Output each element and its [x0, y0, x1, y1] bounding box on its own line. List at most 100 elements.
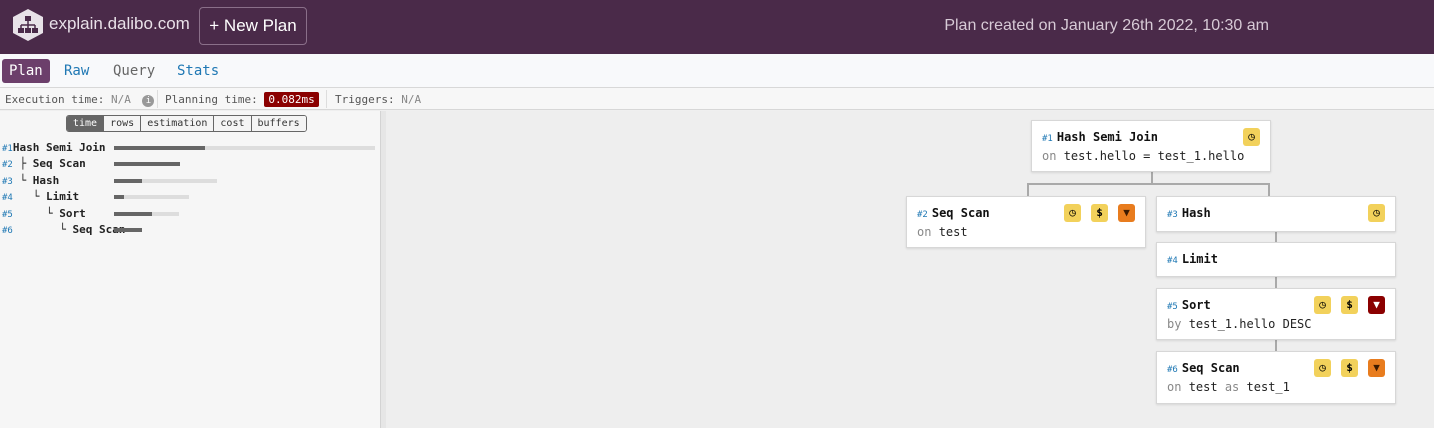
connector-line [1151, 172, 1153, 183]
node-detail: test.hello = test_1.hello [1063, 149, 1245, 163]
node-detail: test_1 [1246, 380, 1290, 394]
node-name: Hash Semi Join [1056, 130, 1158, 144]
node-id: #4 [1167, 256, 1178, 266]
node-id: #6 [2, 226, 13, 236]
tree-branch: ├ [19, 157, 33, 170]
node-id: #3 [1167, 210, 1178, 220]
node-id: #1 [2, 144, 13, 154]
node-keyword: by [1167, 317, 1182, 331]
tree-row[interactable]: #6 └ Seq Scan [2, 223, 125, 238]
tree-row[interactable]: #4 └ Limit [2, 190, 79, 205]
node-name: Hash [32, 174, 60, 187]
tree-row[interactable]: #2 ├ Seq Scan [2, 157, 86, 172]
plan-created-date: Plan created on January 26th 2022, 10:30… [944, 17, 1269, 34]
node-name: Limit [1181, 252, 1218, 266]
time-bar [114, 179, 217, 183]
plan-node-3[interactable]: #3 Hash ◷ [1156, 196, 1396, 232]
thumbs-down-icon[interactable]: ▼ [1118, 204, 1135, 222]
clock-icon[interactable]: ◷ [1243, 128, 1260, 146]
node-detail: test_1.hello DESC [1188, 317, 1312, 331]
mode-rows[interactable]: rows [103, 116, 141, 131]
view-mode-selector: time rows estimation cost buffers [66, 115, 307, 132]
connector-line [1275, 231, 1277, 242]
tab-plan[interactable]: Plan [2, 59, 50, 83]
node-name: Seq Scan [931, 206, 990, 220]
tree-branch: └ [19, 223, 73, 236]
node-name: Hash Semi Join [12, 141, 106, 154]
mode-time[interactable]: time [67, 116, 104, 131]
node-keyword: on [1167, 380, 1182, 394]
divider [326, 90, 327, 108]
connector-line [1268, 183, 1270, 196]
tree-branch: └ [19, 190, 46, 203]
plan-node-5[interactable]: #5 Sort by test_1.hello DESC ◷ $ ▼ [1156, 288, 1396, 340]
tree-row[interactable]: #5 └ Sort [2, 207, 86, 222]
time-bar-fill [114, 228, 142, 232]
node-id: #3 [2, 177, 13, 187]
node-id: #2 [917, 210, 928, 220]
node-id: #5 [1167, 302, 1178, 312]
tree-branch: └ [19, 174, 33, 187]
time-bar [114, 146, 375, 150]
clock-icon[interactable]: ◷ [1314, 296, 1331, 314]
connector-line [1027, 183, 1029, 196]
metrics-bar: Execution time: N/A i Planning time: 0.0… [0, 88, 1434, 110]
time-bar [114, 228, 142, 232]
time-bar-fill [114, 146, 206, 150]
execution-time-label: Execution time: [5, 93, 105, 106]
node-id: #1 [1042, 134, 1053, 144]
planning-time: Planning time: 0.082ms [165, 92, 319, 107]
dollar-icon[interactable]: $ [1341, 359, 1358, 377]
plan-node-6[interactable]: #6 Seq Scan on test as test_1 ◷ $ ▼ [1156, 351, 1396, 404]
plan-node-1[interactable]: #1 Hash Semi Join on test.hello = test_1.… [1031, 120, 1271, 172]
node-id: #6 [1167, 365, 1178, 375]
thumbs-down-icon[interactable]: ▼ [1368, 296, 1385, 314]
node-detail: test [938, 225, 968, 239]
tab-bar: Plan Raw Query Stats [0, 54, 1434, 88]
mode-cost[interactable]: cost [213, 116, 251, 131]
node-keyword: on [1042, 149, 1057, 163]
node-keyword: on [917, 225, 932, 239]
plan-graph-panel: #1 Hash Semi Join on test.hello = test_1.… [386, 111, 1434, 428]
clock-icon[interactable]: ◷ [1064, 204, 1081, 222]
planning-time-label: Planning time: [165, 93, 258, 106]
node-detail: test [1188, 380, 1218, 394]
time-bar-fill [114, 195, 124, 199]
dollar-icon[interactable]: $ [1341, 296, 1358, 314]
execution-time-value: N/A [110, 93, 131, 106]
brand-name[interactable]: explain.dalibo.com [49, 14, 190, 34]
tree-row[interactable]: #1Hash Semi Join [2, 141, 106, 156]
plan-node-4[interactable]: #4 Limit [1156, 242, 1396, 277]
triggers: Triggers: N/A [335, 93, 421, 106]
time-bar-fill [114, 212, 152, 216]
triggers-value: N/A [401, 93, 422, 106]
plan-node-2[interactable]: #2 Seq Scan on test ◷ $ ▼ [906, 196, 1146, 248]
clock-icon[interactable]: ◷ [1314, 359, 1331, 377]
time-bar [114, 162, 180, 166]
mode-buffers[interactable]: buffers [250, 116, 306, 131]
node-id: #4 [2, 193, 13, 203]
time-bar [114, 195, 189, 199]
new-plan-button[interactable]: + New Plan [199, 7, 307, 45]
info-icon[interactable]: i [142, 95, 155, 107]
node-name: Limit [45, 190, 80, 203]
node-id: #5 [2, 210, 13, 220]
node-name: Seq Scan [1181, 361, 1240, 375]
mode-estimation[interactable]: estimation [140, 116, 214, 131]
divider [157, 90, 158, 108]
time-bar-fill [114, 162, 180, 166]
thumbs-down-icon[interactable]: ▼ [1368, 359, 1385, 377]
tab-raw[interactable]: Raw [57, 59, 96, 83]
tab-query[interactable]: Query [106, 59, 162, 83]
connector-line [1275, 340, 1277, 351]
connector-line [1275, 277, 1277, 288]
tab-stats[interactable]: Stats [170, 59, 226, 83]
node-name: Sort [1181, 298, 1211, 312]
clock-icon[interactable]: ◷ [1368, 204, 1385, 222]
tree-row[interactable]: #3 └ Hash [2, 174, 59, 189]
time-bar-fill [114, 179, 142, 183]
dollar-icon[interactable]: $ [1091, 204, 1108, 222]
logo-icon[interactable] [12, 8, 44, 42]
node-id: #2 [2, 160, 13, 170]
plan-tree-panel: time rows estimation cost buffers #1Hash… [0, 111, 380, 428]
